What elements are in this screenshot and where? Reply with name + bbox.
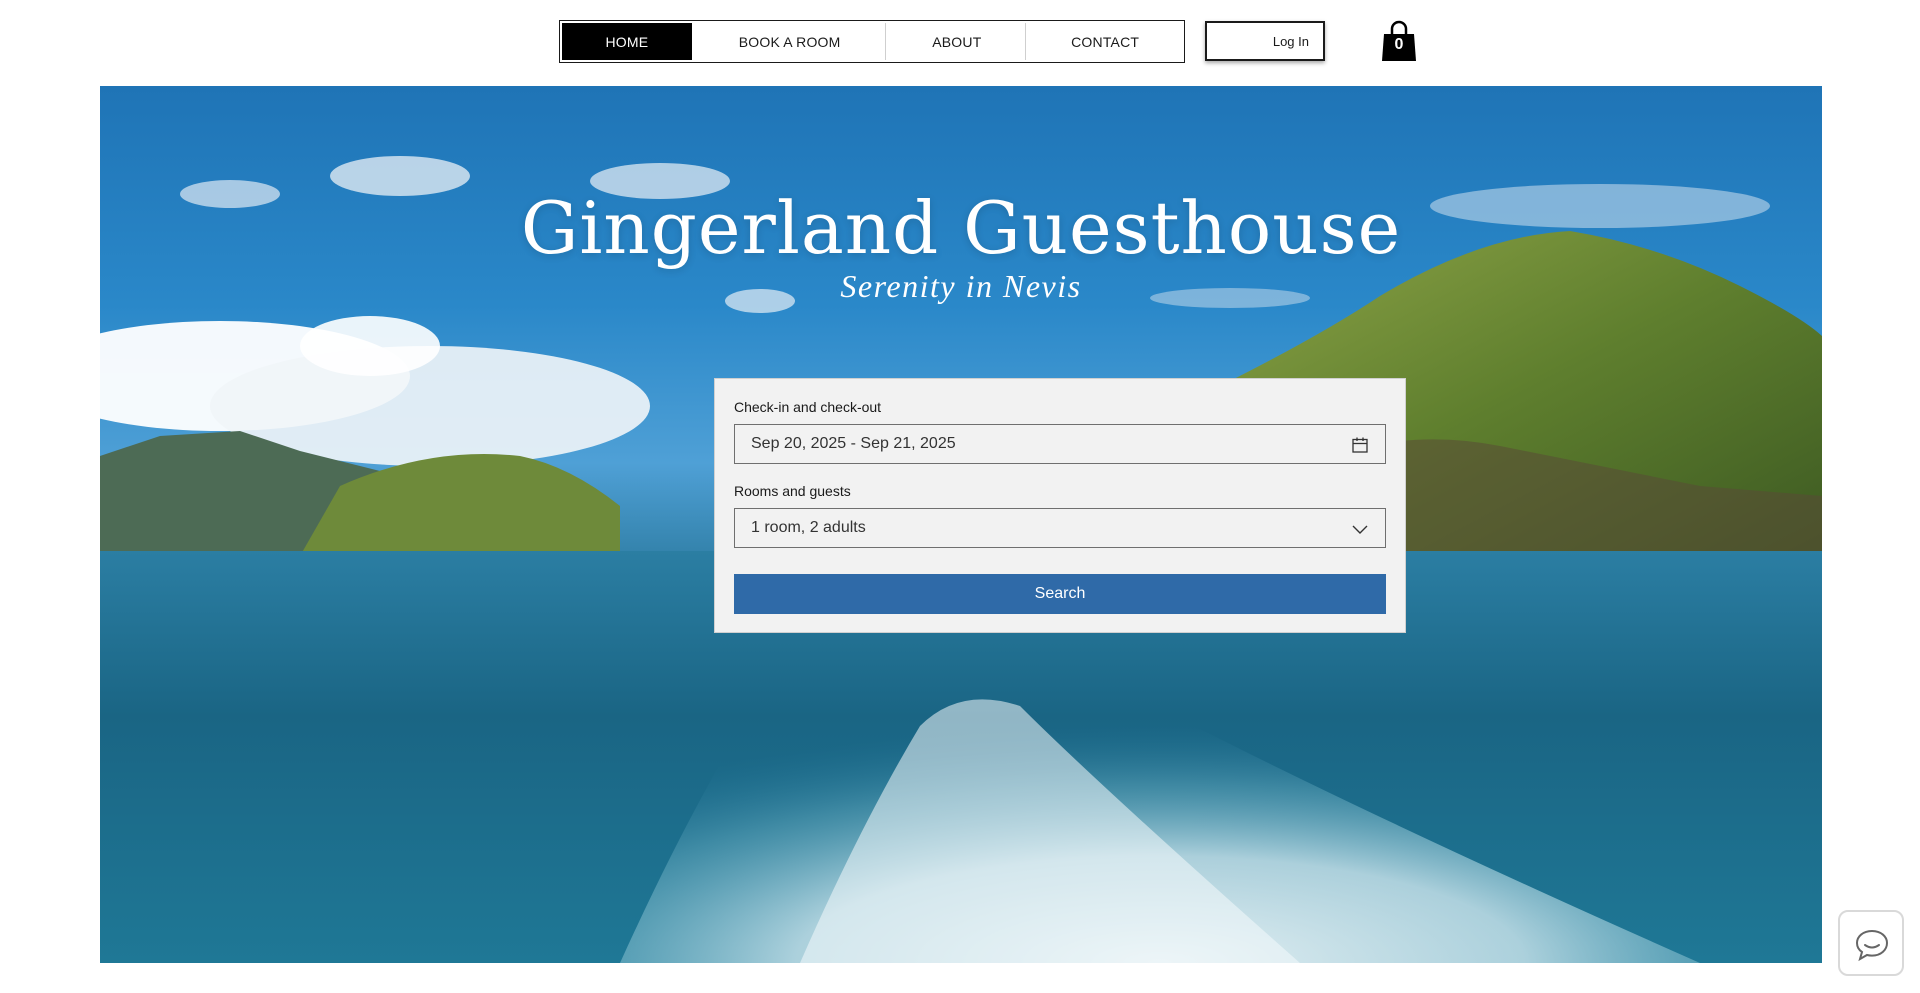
- cart-count-badge: 0: [1394, 36, 1404, 53]
- site-header: HOME BOOK A ROOM ABOUT CONTACT Log In 0: [0, 0, 1920, 86]
- login-button[interactable]: Log In: [1205, 21, 1325, 61]
- main-nav: HOME BOOK A ROOM ABOUT CONTACT: [559, 20, 1185, 63]
- chat-button[interactable]: [1838, 910, 1904, 976]
- dates-field[interactable]: Sep 20, 2025 - Sep 21, 2025: [734, 424, 1386, 464]
- nav-about[interactable]: ABOUT: [888, 23, 1027, 60]
- search-button[interactable]: Search: [734, 574, 1386, 614]
- nav-contact[interactable]: CONTACT: [1028, 23, 1182, 60]
- calendar-icon: [1352, 437, 1368, 453]
- hero-title: Gingerland Guesthouse: [520, 186, 1402, 270]
- hero-banner: Gingerland Guesthouse Serenity in Nevis …: [100, 86, 1822, 963]
- dates-value: Sep 20, 2025 - Sep 21, 2025: [751, 435, 956, 452]
- dates-label: Check-in and check-out: [734, 399, 882, 415]
- guests-label: Rooms and guests: [734, 483, 851, 499]
- chevron-down-icon: [1352, 525, 1368, 534]
- nav-home[interactable]: HOME: [562, 23, 692, 60]
- booking-widget: Check-in and check-out Sep 20, 2025 - Se…: [714, 378, 1406, 633]
- cart-button[interactable]: 0: [1381, 20, 1417, 62]
- chat-bubble-icon: [1855, 929, 1889, 962]
- guests-value: 1 room, 2 adults: [751, 519, 866, 536]
- hero-subtitle: Serenity in Nevis: [840, 268, 1082, 304]
- nav-book-a-room[interactable]: BOOK A ROOM: [694, 23, 887, 60]
- guests-dropdown[interactable]: 1 room, 2 adults: [734, 508, 1386, 548]
